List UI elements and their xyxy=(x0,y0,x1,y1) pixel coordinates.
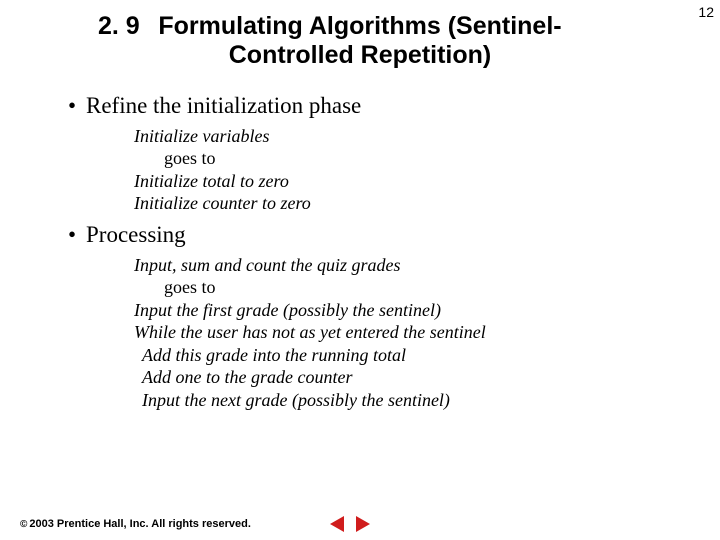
prev-icon[interactable] xyxy=(330,516,344,532)
title-row: 2. 9 Formulating Algorithms (Sentinel-Co… xyxy=(0,12,720,70)
footer: © 2003 Prentice Hall, Inc. All rights re… xyxy=(20,518,251,530)
proc-input-sum: Input, sum and count the quiz grades xyxy=(134,254,668,277)
bullet-dot-icon: • xyxy=(68,92,86,121)
init-total: Initialize total to zero xyxy=(134,170,668,193)
copyright-icon: © xyxy=(20,519,27,530)
proc-while: While the user has not as yet entered th… xyxy=(134,321,668,344)
content: •Refine the initialization phase Initial… xyxy=(68,92,668,411)
bullet-processing: •Processing xyxy=(68,221,668,250)
next-icon[interactable] xyxy=(356,516,370,532)
section-number: 2. 9 xyxy=(98,12,140,41)
nav-controls xyxy=(330,516,370,532)
proc-add-counter: Add one to the grade counter xyxy=(142,366,668,389)
bullet-text: Processing xyxy=(86,222,186,247)
proc-add-total: Add this grade into the running total xyxy=(142,344,668,367)
init-goes-to: goes to xyxy=(164,147,668,170)
proc-goes-to: goes to xyxy=(164,276,668,299)
proc-block: Input, sum and count the quiz grades goe… xyxy=(134,254,668,412)
footer-text: 2003 Prentice Hall, Inc. All rights rese… xyxy=(29,518,251,530)
slide: 12 2. 9 Formulating Algorithms (Sentinel… xyxy=(0,0,720,540)
init-block: Initialize variables goes to Initialize … xyxy=(134,125,668,215)
init-counter: Initialize counter to zero xyxy=(134,192,668,215)
bullet-dot-icon: • xyxy=(68,221,86,250)
proc-input-next: Input the next grade (possibly the senti… xyxy=(142,389,668,412)
section-title: Formulating Algorithms (Sentinel-Control… xyxy=(145,12,575,70)
proc-input-first: Input the first grade (possibly the sent… xyxy=(134,299,668,322)
bullet-refine: •Refine the initialization phase xyxy=(68,92,668,121)
init-variables: Initialize variables xyxy=(134,125,668,148)
bullet-text: Refine the initialization phase xyxy=(86,93,361,118)
